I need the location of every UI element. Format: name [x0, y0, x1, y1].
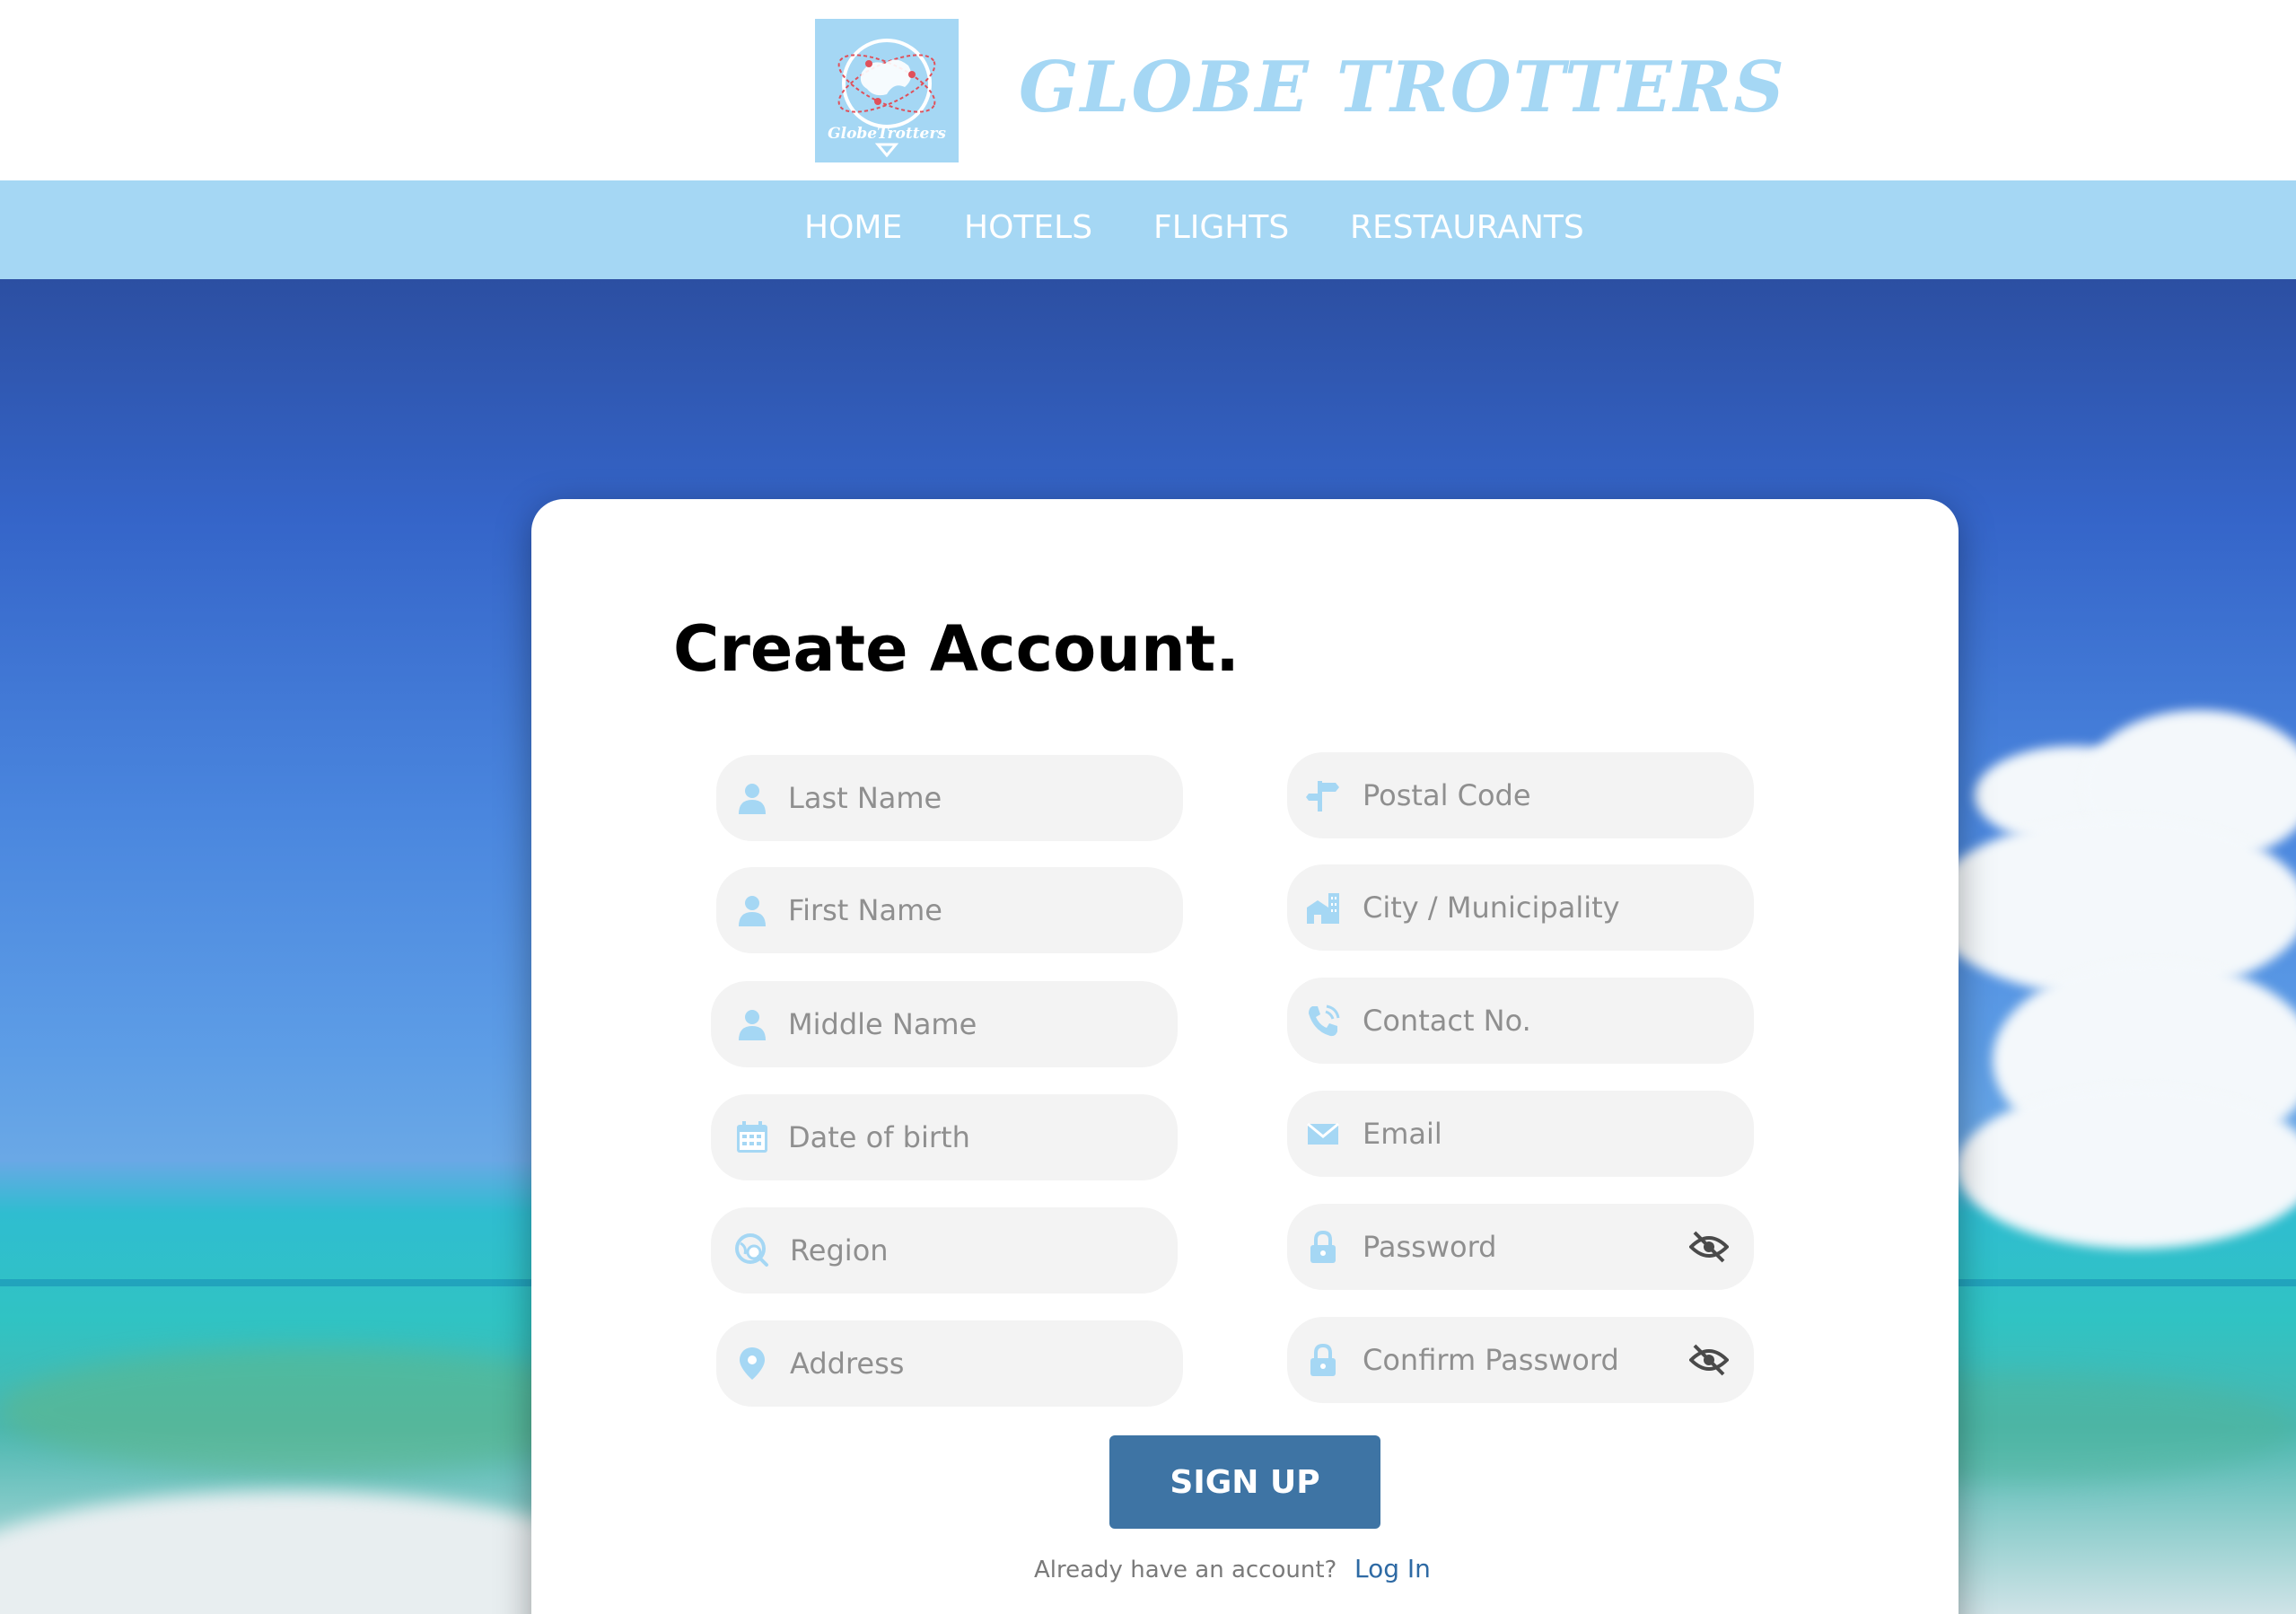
nav-flights[interactable]: FLIGHTS: [1153, 209, 1289, 246]
region-input[interactable]: [790, 1207, 1113, 1294]
address-field[interactable]: [716, 1320, 1183, 1407]
site-brand-title[interactable]: GLOBE TROTTERS: [1019, 47, 1786, 128]
password-input[interactable]: [1363, 1204, 1686, 1290]
map-pin-icon: [734, 1346, 770, 1382]
address-input[interactable]: [790, 1320, 1113, 1407]
login-prompt-text: Already have an account?: [1034, 1557, 1337, 1583]
site-header: GlobeTrotters GLOBE TROTTERS: [0, 0, 2296, 180]
nav-home[interactable]: HOME: [804, 209, 902, 246]
lock-icon: [1305, 1342, 1341, 1378]
nav-restaurants[interactable]: RESTAURANTS: [1350, 209, 1584, 246]
main-nav: HOME HOTELS FLIGHTS RESTAURANTS: [0, 180, 2296, 279]
postal-code-field[interactable]: [1287, 752, 1754, 838]
sign-up-button[interactable]: SIGN UP: [1109, 1435, 1380, 1529]
last-name-field[interactable]: [716, 755, 1183, 841]
calendar-icon: [734, 1119, 770, 1155]
postal-code-input[interactable]: [1363, 752, 1686, 838]
signpost-icon: [1305, 777, 1341, 813]
email-input[interactable]: [1363, 1091, 1686, 1177]
date-of-birth-field[interactable]: [711, 1094, 1178, 1180]
city-field[interactable]: [1287, 864, 1754, 951]
first-name-field[interactable]: [716, 867, 1183, 953]
confirm-password-input[interactable]: [1363, 1317, 1686, 1403]
date-of-birth-input[interactable]: [788, 1094, 1111, 1180]
site-logo[interactable]: GlobeTrotters: [815, 19, 959, 162]
logo-wordmark: GlobeTrotters: [828, 125, 946, 143]
login-link[interactable]: Log In: [1354, 1554, 1431, 1583]
region-field[interactable]: [711, 1207, 1178, 1294]
confirm-password-field[interactable]: [1287, 1317, 1754, 1403]
city-input[interactable]: [1363, 864, 1686, 951]
city-building-icon: [1305, 890, 1341, 925]
user-icon: [734, 1006, 770, 1042]
last-name-input[interactable]: [788, 755, 1111, 841]
page-title: Create Account.: [673, 612, 1240, 686]
contact-number-input[interactable]: [1363, 978, 1686, 1064]
middle-name-field[interactable]: [711, 981, 1178, 1067]
user-icon: [734, 780, 770, 816]
eye-slash-icon[interactable]: [1689, 1342, 1729, 1378]
eye-slash-icon[interactable]: [1689, 1229, 1729, 1265]
password-field[interactable]: [1287, 1204, 1754, 1290]
email-field[interactable]: [1287, 1091, 1754, 1177]
nav-hotels[interactable]: HOTELS: [964, 209, 1092, 246]
user-icon: [734, 892, 770, 928]
middle-name-input[interactable]: [788, 981, 1111, 1067]
envelope-icon: [1305, 1116, 1341, 1152]
lock-icon: [1305, 1229, 1341, 1265]
create-account-card: Create Account. Last Name First Name Mid…: [531, 499, 1959, 1614]
globe-search-icon: [734, 1232, 770, 1268]
first-name-input[interactable]: [788, 867, 1111, 953]
phone-icon: [1305, 1003, 1341, 1039]
contact-number-field[interactable]: [1287, 978, 1754, 1064]
